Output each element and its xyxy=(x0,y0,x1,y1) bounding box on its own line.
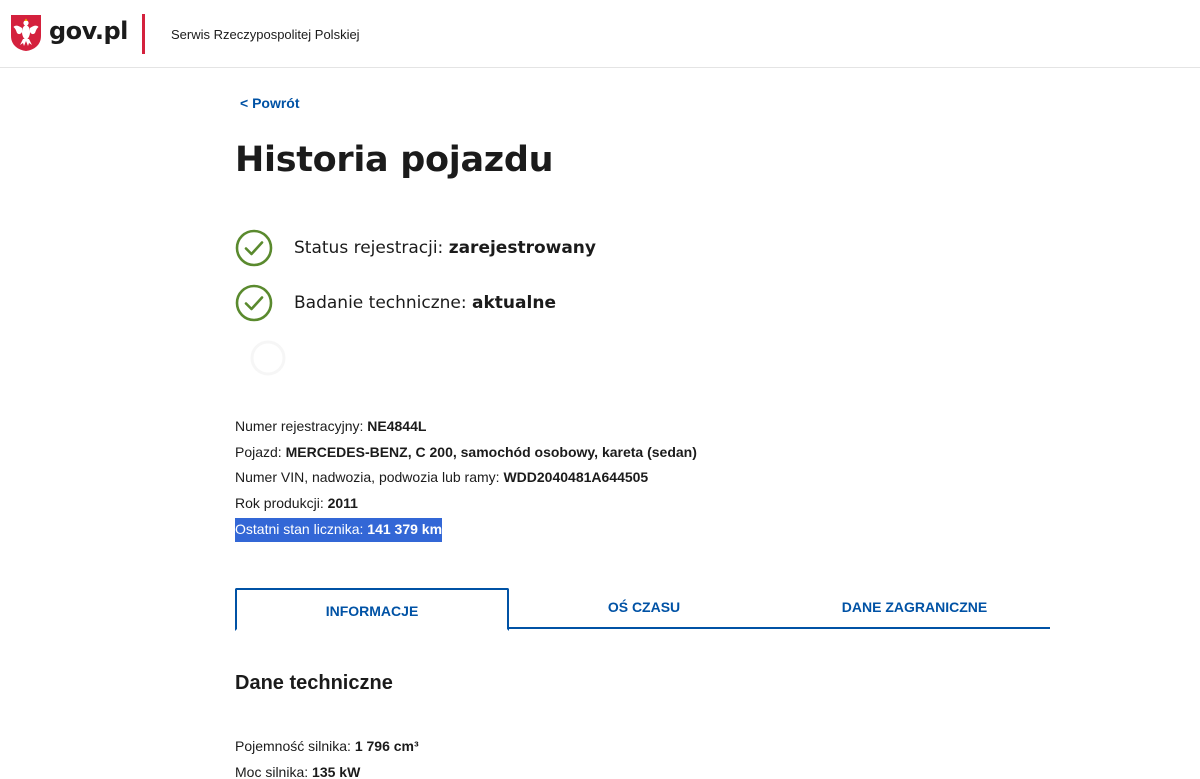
detail-label: Numer rejestracyjny: xyxy=(235,418,364,434)
registration-number-row: Numer rejestracyjny: NE4844L xyxy=(235,416,697,442)
production-year: 2011 xyxy=(327,494,358,511)
inspection-status: Badanie techniczne: aktualne xyxy=(235,284,556,322)
registration-status: Status rejestracji: zarejestrowany xyxy=(235,229,596,267)
check-circle-icon xyxy=(235,229,273,267)
registration-status-text: Status rejestracji: zarejestrowany xyxy=(294,238,596,258)
detail-label: Rok produkcji: xyxy=(235,494,324,511)
engine-capacity-row: Pojemność silnika: 1 796 cm³ xyxy=(235,736,419,762)
technical-details: Pojemność silnika: 1 796 cm³ Moc silnika… xyxy=(235,736,419,779)
header-divider xyxy=(142,14,145,54)
status-value: zarejestrowany xyxy=(448,238,596,258)
odometer-value: 141 379 km xyxy=(367,521,443,537)
odometer-row: Ostatni stan licznika: 141 379 km xyxy=(235,518,697,544)
detail-label: Pojemność silnika: xyxy=(235,738,351,754)
detail-label: Moc silnika: xyxy=(235,763,309,779)
status-label: Status rejestracji: xyxy=(294,238,444,258)
vehicle-details: Numer rejestracyjny: NE4844L Pojazd: MER… xyxy=(235,416,697,544)
faded-decoration-icon xyxy=(250,340,286,376)
detail-label: Ostatni stan licznika: xyxy=(235,521,364,537)
back-link[interactable]: < Powrót xyxy=(240,95,300,111)
detail-label: Numer VIN, nadwozia, podwozia lub ramy: xyxy=(235,469,500,485)
polish-eagle-emblem-icon xyxy=(11,15,41,51)
engine-power: 135 kW xyxy=(312,763,361,779)
check-circle-icon xyxy=(235,284,273,322)
page-title: Historia pojazdu xyxy=(235,140,554,180)
technical-data-title: Dane techniczne xyxy=(235,672,393,694)
tab-bar: INFORMACJE OŚ CZASU DANE ZAGRANICZNE xyxy=(235,588,1050,631)
status-value: aktualne xyxy=(472,293,556,313)
status-label: Badanie techniczne: xyxy=(294,293,467,313)
detail-label: Pojazd: xyxy=(235,443,282,460)
registration-number: NE4844L xyxy=(367,418,427,434)
gov-pl-wordmark: gov.pl xyxy=(49,17,128,45)
engine-capacity: 1 796 cm³ xyxy=(354,738,419,754)
vehicle-row: Pojazd: MERCEDES-BENZ, C 200, samochód o… xyxy=(235,442,697,468)
tab-informacje[interactable]: INFORMACJE xyxy=(235,588,509,631)
gov-logo-link[interactable]: gov.pl xyxy=(10,14,128,52)
engine-power-row: Moc silnika: 135 kW xyxy=(235,762,419,779)
vin-number: WDD2040481A644505 xyxy=(503,469,649,485)
production-year-row: Rok produkcji: 2011 xyxy=(235,493,697,519)
selected-text-highlight: Ostatni stan licznika: 141 379 km xyxy=(235,518,443,542)
service-name: Serwis Rzeczypospolitej Polskiej xyxy=(171,27,360,42)
tab-os-czasu[interactable]: OŚ CZASU xyxy=(509,588,779,629)
vin-row: Numer VIN, nadwozia, podwozia lub ramy: … xyxy=(235,467,697,493)
vehicle-description: MERCEDES-BENZ, C 200, samochód osobowy, … xyxy=(285,443,697,460)
inspection-status-text: Badanie techniczne: aktualne xyxy=(294,293,556,313)
top-bar: gov.pl Serwis Rzeczypospolitej Polskiej xyxy=(0,0,1200,68)
tab-dane-zagraniczne[interactable]: DANE ZAGRANICZNE xyxy=(779,588,1050,629)
